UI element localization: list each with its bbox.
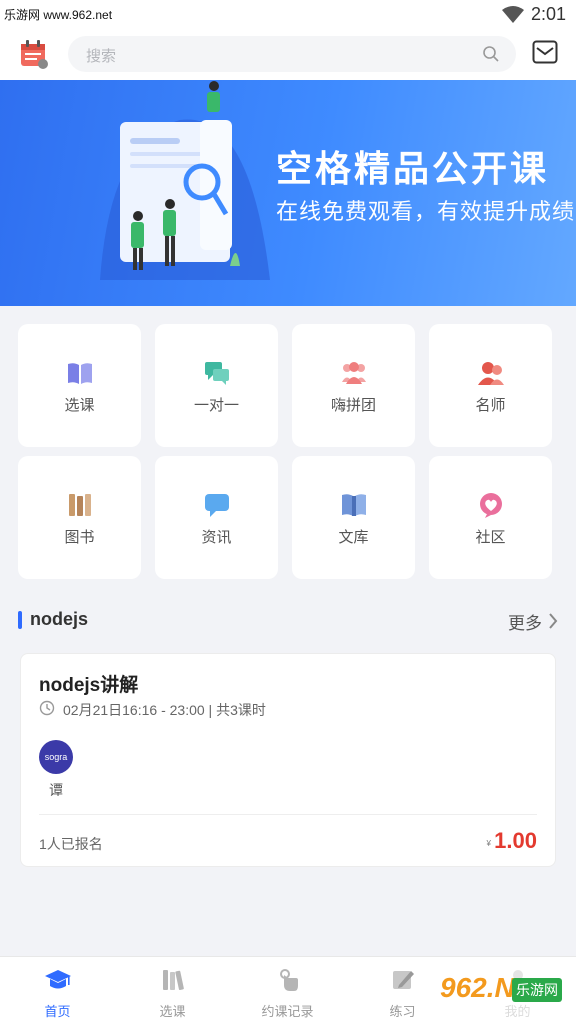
message-icon <box>205 494 229 517</box>
wifi-icon <box>502 6 524 23</box>
menu-item-books[interactable]: 图书 <box>18 456 141 579</box>
teacher-avatar[interactable]: sogra <box>39 740 73 774</box>
menu-item-library[interactable]: 文库 <box>292 456 415 579</box>
promo-banner[interactable]: 空格精品公开课 在线免费观看，有效提升成绩 <box>0 80 576 306</box>
watermark-site: 乐游网 <box>512 978 562 1002</box>
book-open-icon <box>68 363 92 384</box>
menu-item-one-on-one[interactable]: 一对一 <box>155 324 278 447</box>
tab-label: 首页 <box>44 1004 71 1019</box>
tab-courses[interactable]: 选课 <box>115 957 230 1024</box>
heart-icon <box>480 493 502 518</box>
course-price: 1.00 <box>494 828 537 853</box>
status-watermark: 乐游网 www.962.net <box>4 8 113 22</box>
status-time: 2:01 <box>530 4 566 24</box>
section-accent-bar <box>18 611 22 629</box>
menu-item-label: 名师 <box>475 397 506 414</box>
menu-item-label: 图书 <box>64 529 95 546</box>
more-link[interactable]: 更多 <box>508 609 542 634</box>
teacher-name: 谭 <box>49 782 63 798</box>
group-icon <box>342 362 366 384</box>
banner-illustration <box>100 81 270 280</box>
price-currency: ¥ <box>486 839 491 848</box>
menu-item-label: 资讯 <box>201 529 232 546</box>
hand-touch-icon <box>280 969 298 991</box>
card-divider <box>39 814 537 815</box>
tab-booking-records[interactable]: 约课记录 <box>230 957 345 1024</box>
clock-icon <box>39 700 55 716</box>
banner-title: 空格精品公开课 <box>276 148 550 189</box>
status-bar: 乐游网 www.962.net 2:01 <box>0 0 576 28</box>
menu-item-label: 文库 <box>338 529 369 546</box>
site-watermark: 962.NET 乐游网 <box>432 968 570 1020</box>
tab-home[interactable]: 首页 <box>0 957 115 1024</box>
books-icon <box>163 970 184 991</box>
menu-item-community[interactable]: 社区 <box>429 456 552 579</box>
menu-item-label: 选课 <box>64 397 95 414</box>
course-title: nodejs讲解 <box>39 675 139 696</box>
banner-subtitle: 在线免费观看，有效提升成绩 <box>276 199 576 224</box>
books-icon <box>69 494 91 516</box>
menu-item-courses[interactable]: 选课 <box>18 324 141 447</box>
section-title: nodejs <box>30 609 89 629</box>
teacher-icon <box>478 362 504 385</box>
enrolled-count: 1人已报名 <box>39 836 103 852</box>
app-header: 搜索 <box>0 28 576 80</box>
menu-item-label: 嗨拼团 <box>330 397 376 414</box>
calendar-icon[interactable] <box>18 38 50 70</box>
chevron-right-icon[interactable] <box>548 612 558 630</box>
chat-bubbles-icon <box>205 362 229 385</box>
tab-label: 选课 <box>159 1004 186 1019</box>
edit-icon <box>393 971 414 989</box>
tab-label: 约课记录 <box>261 1004 314 1019</box>
course-schedule: 02月21日16:16 - 23:00 | 共3课时 <box>63 702 266 718</box>
menu-item-teachers[interactable]: 名师 <box>429 324 552 447</box>
course-card[interactable]: nodejs讲解 02月21日16:16 - 23:00 | 共3课时 sogr… <box>20 653 556 867</box>
search-input[interactable]: 搜索 <box>68 36 516 72</box>
menu-item-news[interactable]: 资讯 <box>155 456 278 579</box>
search-placeholder: 搜索 <box>86 48 117 65</box>
section-header: nodejs 更多 <box>18 608 558 634</box>
graduation-cap-icon <box>45 970 71 989</box>
library-icon <box>342 494 366 516</box>
menu-item-label: 社区 <box>475 529 506 546</box>
menu-item-group-buy[interactable]: 嗨拼团 <box>292 324 415 447</box>
menu-item-label: 一对一 <box>193 397 239 414</box>
mail-icon[interactable] <box>532 40 558 64</box>
search-icon[interactable] <box>482 45 500 63</box>
